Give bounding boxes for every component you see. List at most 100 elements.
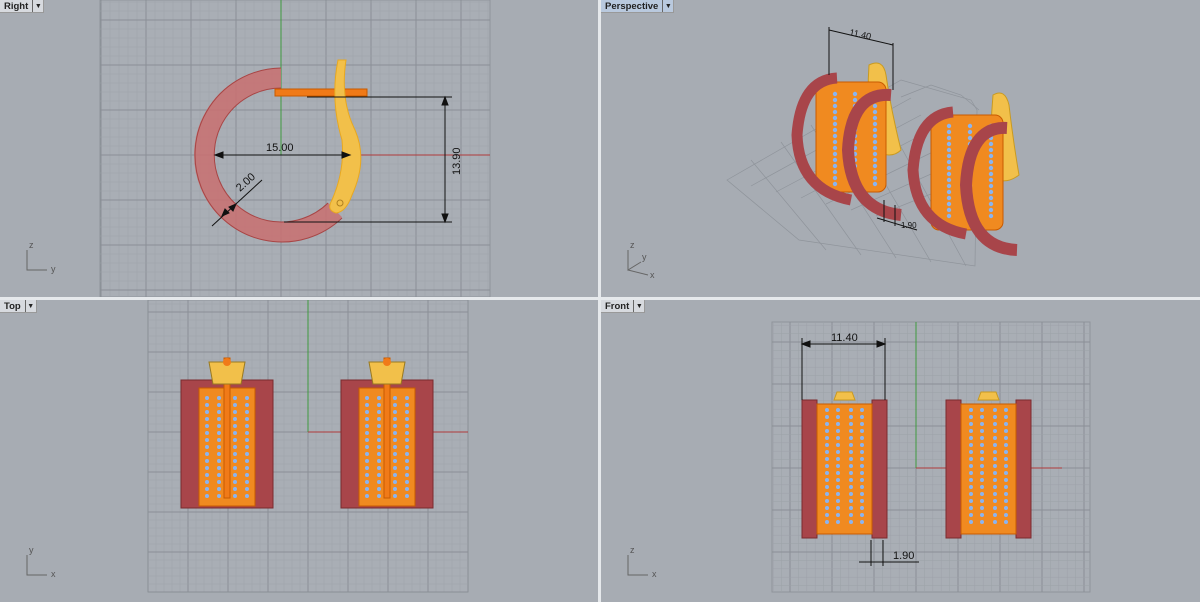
stone [825, 408, 829, 412]
stone [993, 471, 997, 475]
stone [233, 438, 237, 442]
viewport-title: Top [4, 300, 21, 312]
viewport-top[interactable]: y x Top ▼ [0, 300, 598, 602]
stone [217, 459, 221, 463]
stone [205, 424, 209, 428]
earring-right[interactable] [907, 92, 1020, 256]
stone [860, 492, 864, 496]
stone [377, 445, 381, 449]
stone [969, 464, 973, 468]
stone [217, 417, 221, 421]
stone [860, 429, 864, 433]
stone [205, 396, 209, 400]
stone [217, 403, 221, 407]
stone [872, 127, 878, 133]
stone [969, 499, 973, 503]
caret-down-icon[interactable]: ▼ [662, 0, 673, 12]
stone [860, 422, 864, 426]
caret-down-icon[interactable]: ▼ [24, 300, 36, 312]
earring-left[interactable] [180, 357, 274, 509]
stone [393, 438, 397, 442]
stone [1004, 464, 1008, 468]
stone [836, 499, 840, 503]
hinge-pin[interactable] [274, 88, 368, 97]
viewport-perspective-canvas[interactable]: 11.40 1.90 z y x [601, 0, 1200, 297]
svg-text:x: x [652, 569, 657, 579]
stone [860, 443, 864, 447]
stone [836, 443, 840, 447]
stone [980, 471, 984, 475]
stone [393, 487, 397, 491]
stone [205, 466, 209, 470]
stone [405, 473, 409, 477]
stone [980, 513, 984, 517]
caret-down-icon[interactable]: ▼ [32, 0, 43, 12]
earring-right[interactable] [945, 391, 1032, 539]
stone [988, 171, 994, 177]
caret-down-icon[interactable]: ▼ [633, 300, 644, 312]
stone [393, 480, 397, 484]
stone [969, 478, 973, 482]
stone [849, 422, 853, 426]
stone [860, 506, 864, 510]
stone [969, 492, 973, 496]
viewport-tab-front[interactable]: Front ▼ [601, 300, 646, 313]
svg-text:y: y [29, 545, 34, 555]
stone [872, 151, 878, 157]
stone [872, 169, 878, 175]
hoop-rim [945, 399, 962, 539]
stone [245, 445, 249, 449]
stone [1004, 471, 1008, 475]
stone [836, 436, 840, 440]
stone [988, 165, 994, 171]
stone [969, 415, 973, 419]
viewport-perspective[interactable]: 11.40 1.90 z y x Perspective ▼ [601, 0, 1200, 297]
viewport-right-canvas[interactable]: 15.00 2.00 13.90 z y [0, 0, 598, 297]
viewport-front-canvas[interactable]: 11.40 1.90 z x [601, 300, 1200, 602]
viewport-front[interactable]: 11.40 1.90 z x Front ▼ [601, 300, 1200, 602]
viewport-tab-right[interactable]: Right ▼ [0, 0, 45, 13]
stone [849, 492, 853, 496]
stone [377, 438, 381, 442]
stone [832, 103, 838, 109]
svg-text:x: x [51, 569, 56, 579]
stone [825, 492, 829, 496]
svg-text:x: x [650, 270, 655, 280]
construction-grid [99, 0, 491, 297]
viewport-top-canvas[interactable]: y x [0, 300, 598, 602]
viewport-right[interactable]: 15.00 2.00 13.90 z y Right ▼ [0, 0, 598, 297]
stone [946, 213, 952, 219]
earring-right[interactable] [340, 357, 434, 509]
viewport-tab-top[interactable]: Top ▼ [0, 300, 37, 313]
stone [377, 466, 381, 470]
viewport-title: Perspective [605, 0, 659, 12]
stone [980, 415, 984, 419]
stone [233, 445, 237, 449]
stone [860, 464, 864, 468]
stone [245, 480, 249, 484]
stone [832, 115, 838, 121]
stone [217, 473, 221, 477]
stone [980, 499, 984, 503]
stone [849, 520, 853, 524]
viewport-title: Front [605, 300, 630, 312]
stone [993, 520, 997, 524]
dimension-width-text: 11.40 [849, 27, 872, 41]
stone [993, 415, 997, 419]
stone [946, 189, 952, 195]
stone [993, 422, 997, 426]
stone [393, 410, 397, 414]
stone [365, 431, 369, 435]
stone [993, 485, 997, 489]
stone [1004, 457, 1008, 461]
viewport-tab-perspective[interactable]: Perspective ▼ [601, 0, 675, 13]
stone [969, 429, 973, 433]
stone [969, 422, 973, 426]
stone [872, 133, 878, 139]
stone [872, 139, 878, 145]
stone [377, 396, 381, 400]
earring-left[interactable] [801, 391, 888, 539]
stone [825, 464, 829, 468]
dimension-diameter-text: 15.00 [266, 142, 294, 154]
stone [969, 443, 973, 447]
